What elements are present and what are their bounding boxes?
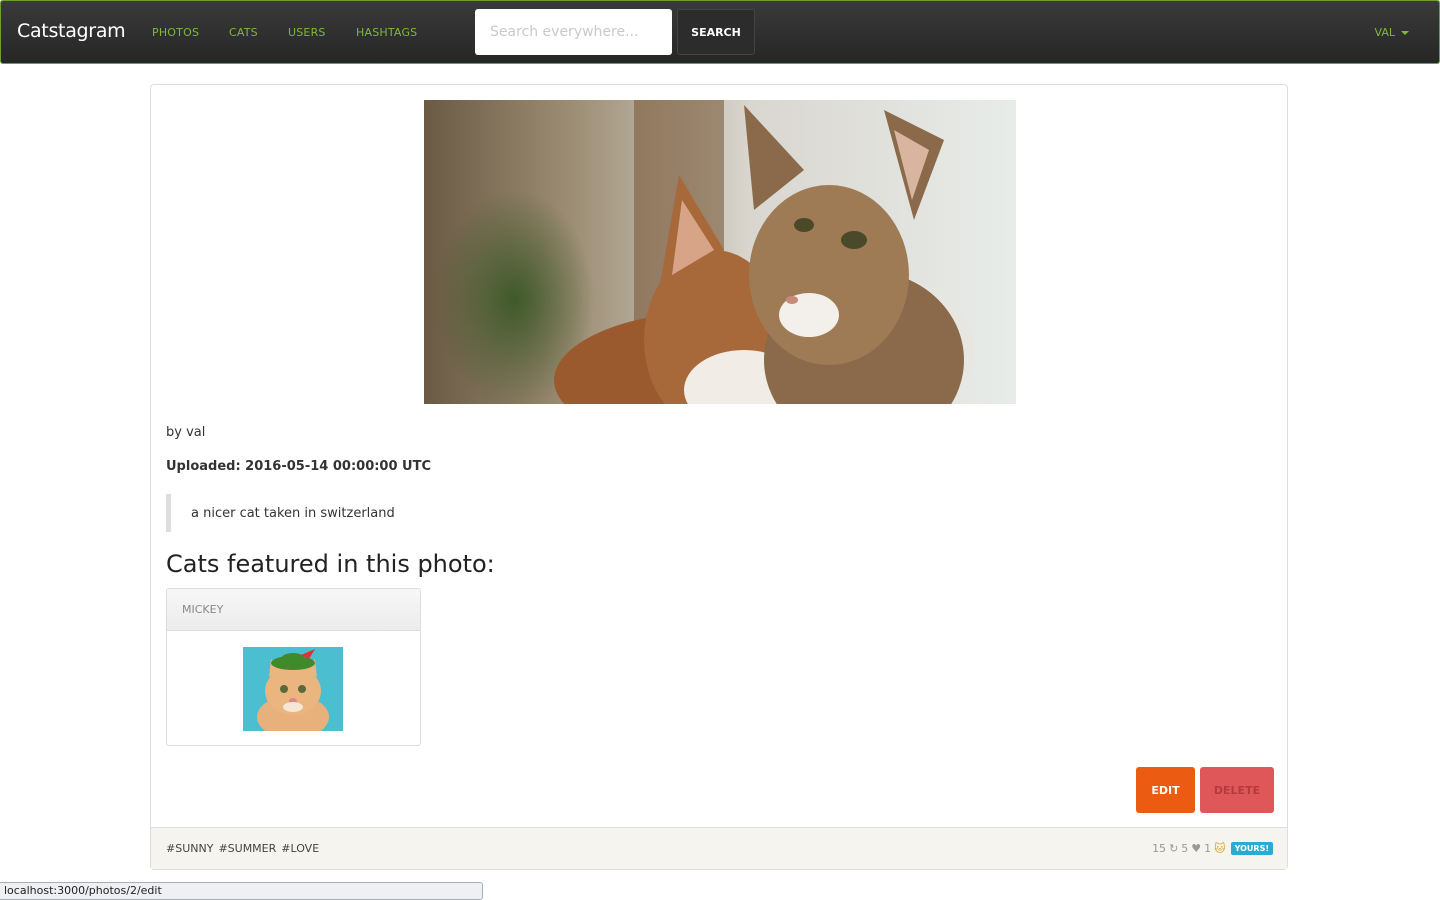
photo-image [424, 100, 1016, 404]
user-menu[interactable]: VAL [1375, 26, 1409, 39]
caret-down-icon [1401, 30, 1409, 35]
upload-date: Uploaded: 2016-05-14 00:00:00 UTC [166, 459, 432, 474]
hashtag-list: #SUNNY #SUMMER #LOVE [166, 842, 319, 855]
navbar: Catstagram PHOTOS CATS USERS HASHTAGS SE… [0, 0, 1440, 64]
edit-button[interactable]: EDIT [1136, 767, 1195, 813]
cat-card-header: MICKEY [167, 589, 420, 631]
yours-badge: YOURS! [1230, 842, 1273, 855]
cat-with-hat-image [243, 647, 343, 731]
nav-users[interactable]: USERS [288, 26, 326, 39]
two-cats-photo [424, 100, 1016, 404]
nav-photos[interactable]: PHOTOS [152, 26, 199, 39]
likes-count: 1 [1204, 842, 1212, 855]
hashtag-summer[interactable]: #SUMMER [218, 842, 276, 855]
user-menu-label: VAL [1374, 26, 1395, 39]
cats-heading: Cats featured in this photo: [166, 550, 495, 578]
cat-icon: 🐱 [1214, 842, 1226, 855]
brand-logo[interactable]: Catstagram [17, 20, 126, 42]
photo-panel: by val Uploaded: 2016-05-14 00:00:00 UTC… [150, 84, 1288, 870]
photo-byline: by val [166, 425, 206, 440]
caption-text: a nicer cat taken in switzerland [191, 505, 395, 521]
nav-hashtags[interactable]: HASHTAGS [356, 26, 417, 39]
panel-footer: #SUNNY #SUMMER #LOVE 15 ↻ 5 ♥ 1 🐱 YOURS! [151, 827, 1287, 869]
delete-button[interactable]: DELETE [1200, 767, 1274, 813]
reposts-count: 5 [1181, 842, 1189, 855]
cat-name[interactable]: MICKEY [182, 603, 223, 616]
browser-status-bar: localhost:3000/photos/2/edit [0, 882, 483, 900]
photo-caption: a nicer cat taken in switzerland [166, 494, 395, 532]
photo-stats: 15 ↻ 5 ♥ 1 🐱 YOURS! [1152, 842, 1273, 855]
hashtag-sunny[interactable]: #SUNNY [166, 842, 213, 855]
search-input[interactable] [475, 9, 672, 55]
views-count: 15 [1152, 842, 1167, 855]
repost-icon: ↻ [1169, 842, 1179, 855]
heart-icon: ♥ [1191, 842, 1202, 855]
nav-cats[interactable]: CATS [229, 26, 258, 39]
search-button[interactable]: SEARCH [677, 9, 755, 55]
cat-thumbnail[interactable] [243, 647, 343, 731]
hashtag-love[interactable]: #LOVE [281, 842, 319, 855]
cat-card[interactable]: MICKEY [166, 588, 421, 746]
